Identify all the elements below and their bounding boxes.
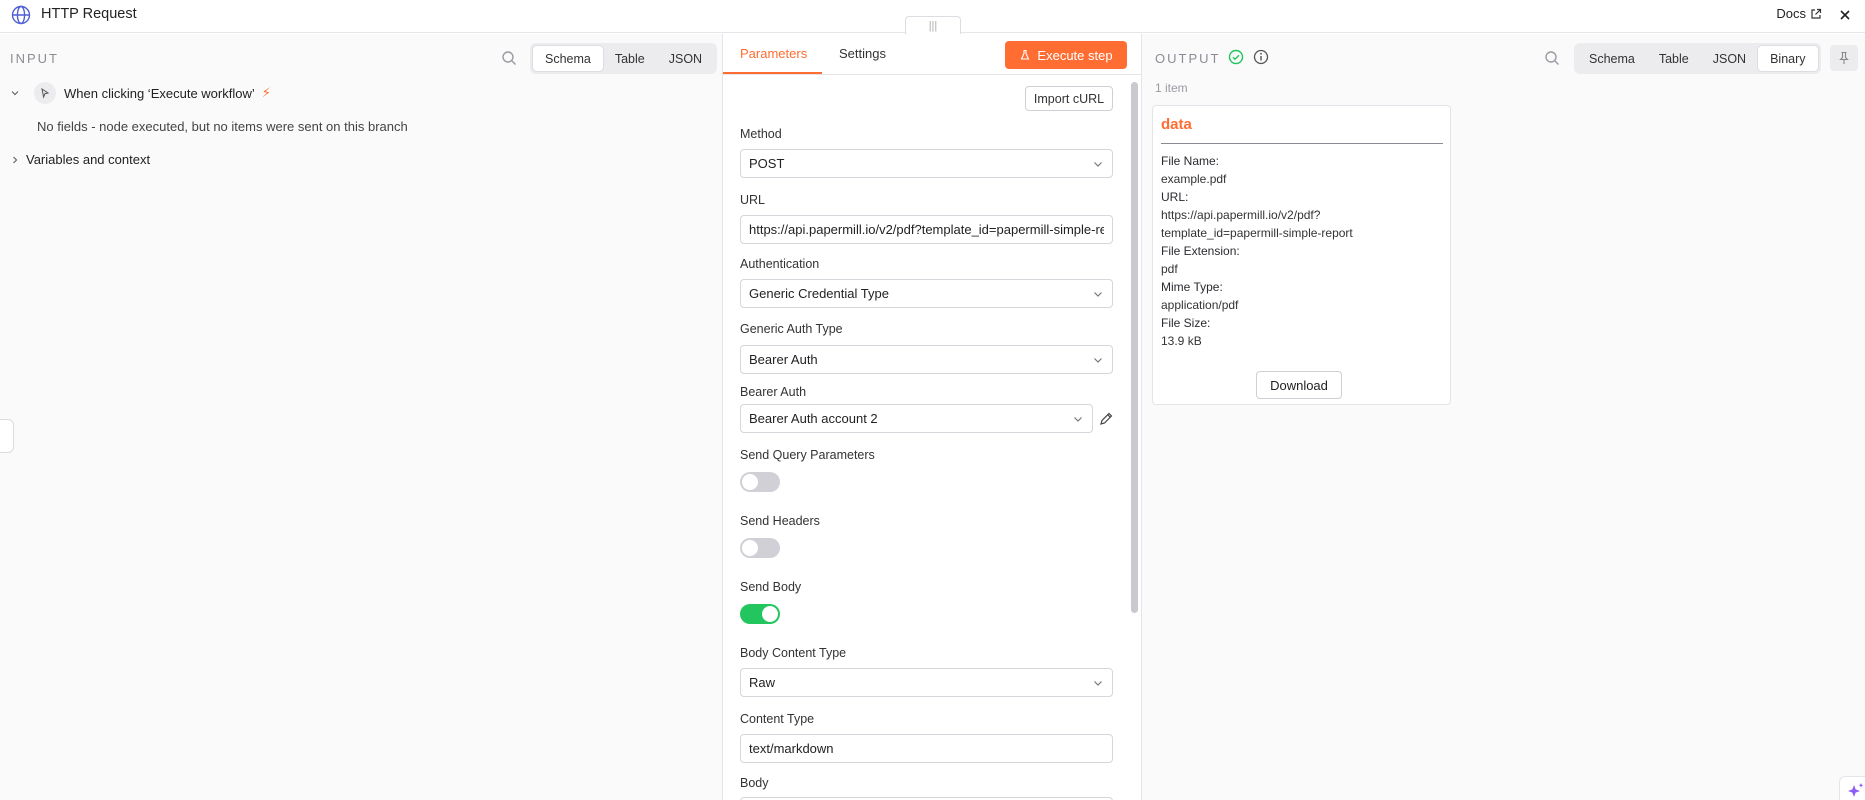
input-view-schema[interactable]: Schema — [533, 46, 603, 71]
divider — [1161, 143, 1443, 144]
docs-link[interactable]: Docs — [1776, 6, 1822, 21]
content-type-label: Content Type — [740, 712, 815, 726]
lightning-icon: ⚡ — [261, 85, 271, 100]
authentication-select[interactable]: Generic Credential Type — [740, 279, 1113, 308]
body-label: Body — [740, 776, 769, 790]
flask-icon — [1021, 49, 1030, 60]
variables-context-row[interactable]: Variables and context — [10, 152, 150, 167]
url-key: URL: — [1161, 190, 1189, 204]
active-tab-indicator — [723, 72, 822, 74]
authentication-value: Generic Credential Type — [749, 286, 889, 301]
file-extension-key: File Extension: — [1161, 244, 1240, 258]
close-icon[interactable] — [1835, 5, 1855, 25]
execute-step-button[interactable]: Execute step — [1005, 41, 1127, 69]
body-content-type-select[interactable]: Raw — [740, 668, 1113, 697]
send-body-toggle[interactable] — [740, 604, 780, 624]
file-size-key: File Size: — [1161, 316, 1211, 330]
search-icon[interactable] — [1544, 50, 1560, 66]
trigger-label: When clicking ‘Execute workflow’ — [64, 85, 255, 101]
input-view-table[interactable]: Table — [603, 46, 657, 71]
info-icon[interactable] — [1253, 49, 1269, 65]
url-label: URL — [740, 193, 766, 207]
url-value: https://api.papermill.io/v2/pdf?template… — [749, 222, 1104, 237]
url-value-line1: https://api.papermill.io/v2/pdf? — [1161, 208, 1321, 222]
input-view-switcher: Schema Table JSON — [530, 43, 718, 74]
no-fields-message: No fields - node executed, but no items … — [37, 119, 408, 134]
pin-data-button[interactable] — [1830, 45, 1858, 71]
binary-data-card: data File Name: example.pdf URL: https:/… — [1152, 105, 1451, 405]
chevron-right-icon — [13, 156, 18, 163]
mime-type-value: application/pdf — [1161, 298, 1239, 312]
import-curl-button[interactable]: Import cURL — [1025, 86, 1113, 111]
binary-property-name: data — [1161, 116, 1192, 133]
chevron-down-icon — [1094, 357, 1102, 363]
search-icon[interactable] — [501, 50, 517, 66]
method-select[interactable]: POST — [740, 149, 1113, 178]
chevron-down-icon — [11, 91, 19, 96]
output-view-binary[interactable]: Binary — [1758, 46, 1818, 71]
chevron-down-icon — [1094, 161, 1102, 167]
send-query-toggle[interactable] — [740, 472, 780, 492]
chevron-down-icon — [1094, 291, 1102, 297]
file-size-value: 13.9 kB — [1161, 334, 1202, 348]
output-panel: OUTPUT Schema Table JSON Binary 1 item d… — [1142, 34, 1865, 800]
ai-assistant-button[interactable] — [1839, 776, 1865, 800]
output-view-table[interactable]: Table — [1647, 46, 1701, 71]
items-count: 1 item — [1155, 81, 1188, 95]
output-view-switcher: Schema Table JSON Binary — [1574, 43, 1821, 74]
edit-pencil-icon[interactable] — [1098, 411, 1114, 427]
body-content-type-value: Raw — [749, 675, 776, 690]
execute-step-label: Execute step — [1037, 47, 1113, 63]
pin-icon — [1839, 51, 1849, 64]
params-scrollbar[interactable] — [1131, 82, 1138, 613]
chevron-down-icon — [1074, 416, 1082, 422]
variables-label: Variables and context — [26, 152, 151, 167]
collapse-panel-handle[interactable] — [0, 419, 14, 453]
body-content-type-label: Body Content Type — [740, 646, 847, 660]
globe-icon — [11, 5, 31, 25]
tab-parameters[interactable]: Parameters — [740, 46, 807, 61]
url-input[interactable]: https://api.papermill.io/v2/pdf?template… — [740, 215, 1113, 244]
bearer-auth-value: Bearer Auth account 2 — [749, 411, 878, 426]
panel-drag-handle[interactable]: ||| — [905, 16, 961, 36]
node-title: HTTP Request — [41, 6, 137, 22]
content-type-value: text/markdown — [749, 741, 834, 756]
send-headers-toggle[interactable] — [740, 538, 780, 558]
tab-settings[interactable]: Settings — [839, 46, 886, 61]
success-check-icon — [1228, 49, 1244, 65]
send-query-label: Send Query Parameters — [740, 448, 875, 462]
external-link-icon — [1811, 8, 1822, 19]
generic-auth-type-value: Bearer Auth — [749, 352, 818, 367]
send-body-label: Send Body — [740, 580, 802, 594]
send-headers-label: Send Headers — [740, 514, 820, 528]
input-view-json[interactable]: JSON — [657, 46, 714, 71]
file-name-value: example.pdf — [1161, 172, 1227, 186]
input-panel: INPUT Schema Table JSON When clicking ‘E… — [0, 34, 722, 800]
docs-label: Docs — [1776, 6, 1806, 21]
output-label: OUTPUT — [1155, 51, 1221, 66]
input-label: INPUT — [10, 51, 59, 66]
file-name-key: File Name: — [1161, 154, 1220, 168]
output-view-json[interactable]: JSON — [1701, 46, 1758, 71]
parameters-panel: Parameters Settings Execute step Import … — [722, 34, 1142, 800]
generic-auth-type-label: Generic Auth Type — [740, 322, 843, 336]
method-value: POST — [749, 156, 785, 171]
download-button[interactable]: Download — [1256, 371, 1342, 399]
method-label: Method — [740, 127, 782, 141]
generic-auth-type-select[interactable]: Bearer Auth — [740, 345, 1113, 374]
mime-type-key: Mime Type: — [1161, 280, 1223, 294]
url-value-line2: template_id=papermill-simple-report — [1161, 226, 1353, 240]
chevron-down-icon — [1094, 680, 1102, 686]
trigger-node-row[interactable]: When clicking ‘Execute workflow’ ⚡ — [10, 82, 271, 104]
params-tab-bar: Parameters Settings Execute step — [723, 34, 1141, 75]
pointer-icon — [34, 82, 56, 104]
output-view-schema[interactable]: Schema — [1577, 46, 1647, 71]
sparkle-icon — [1848, 783, 1864, 797]
authentication-label: Authentication — [740, 257, 820, 271]
bearer-auth-credential-select[interactable]: Bearer Auth account 2 — [740, 404, 1093, 433]
bearer-auth-label: Bearer Auth — [740, 385, 807, 399]
file-extension-value: pdf — [1161, 262, 1178, 276]
content-type-input[interactable]: text/markdown — [740, 734, 1113, 763]
